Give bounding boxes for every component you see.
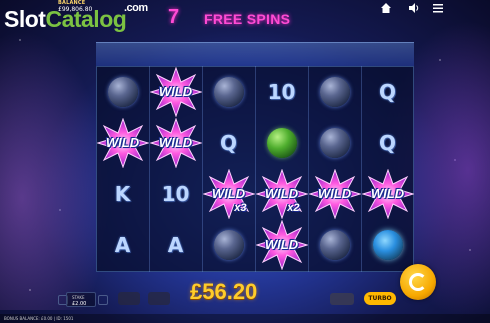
reel-cell	[308, 66, 361, 117]
wild-label: WILD	[158, 84, 193, 99]
reel-cell	[255, 117, 308, 168]
reel-cell	[308, 117, 361, 168]
sound-icon[interactable]	[408, 2, 420, 14]
reel-cell: WILD	[149, 117, 202, 168]
win-amount: £56.20	[190, 279, 258, 304]
disabled-button[interactable]	[118, 292, 140, 305]
logo-catalog-text: Catalog	[45, 6, 127, 32]
spin-button[interactable]	[400, 264, 436, 300]
reel-cell: Q	[361, 117, 414, 168]
free-spins-count: 7	[168, 6, 180, 28]
wild-label: WILD	[158, 135, 193, 150]
autoplay-button[interactable]	[330, 293, 354, 305]
stake-label: STAKE	[72, 295, 85, 300]
home-icon[interactable]	[380, 2, 392, 14]
wild-symbol: WILD	[362, 169, 414, 219]
multiplier-badge: x2	[287, 201, 300, 214]
slotcatalog-logo: SlotCatalog .com	[4, 2, 148, 33]
turbo-button[interactable]: TURBO	[364, 292, 396, 305]
footer-status: BONUS BALANCE: £0.00 | ID: 1501	[0, 314, 490, 323]
planet-symbol	[319, 127, 350, 158]
reel-cell: A	[96, 219, 149, 270]
spin-arrow-icon	[409, 273, 427, 291]
wild-symbol: WILD x2	[256, 169, 308, 219]
disabled-button[interactable]	[148, 292, 170, 305]
reel-cell: 10	[149, 168, 202, 219]
stake-value: £2.00	[72, 301, 87, 307]
reel-cell: A	[149, 219, 202, 270]
logo-com-text: .com	[124, 2, 148, 14]
planet-symbol	[107, 76, 138, 107]
reel-cell: WILD	[361, 168, 414, 219]
reel-cell: WILD x2	[255, 168, 308, 219]
planet-symbol	[319, 76, 350, 107]
stake-increase-button[interactable]	[98, 295, 108, 305]
wild-label: WILD	[264, 237, 299, 252]
reel-header-bar	[96, 42, 414, 66]
letter-a-symbol: A	[167, 232, 184, 257]
earth-planet-symbol	[372, 229, 403, 260]
reel-cell: Q	[361, 66, 414, 117]
reel-cell: WILD	[255, 219, 308, 270]
reel-cell	[202, 66, 255, 117]
reel-cell	[361, 219, 414, 270]
letter-q-symbol: Q	[219, 130, 237, 155]
reel-cell	[308, 219, 361, 270]
logo-slot-text: Slot	[4, 6, 46, 32]
multiplier-badge: x3	[234, 201, 247, 214]
planet-symbol	[213, 76, 244, 107]
reel-cell	[96, 66, 149, 117]
wild-label: WILD	[105, 135, 140, 150]
wild-label: WILD	[211, 186, 246, 201]
planet-symbol	[319, 229, 350, 260]
wild-symbol: WILD	[97, 118, 149, 168]
reel-cell: WILD	[149, 66, 202, 117]
wild-symbol: WILD	[150, 67, 202, 117]
reel-cell	[202, 219, 255, 270]
nebula-left	[0, 30, 110, 310]
reel-cell: Q	[202, 117, 255, 168]
wild-symbol: WILD	[150, 118, 202, 168]
wild-symbol: WILD	[309, 169, 361, 219]
letter-q-symbol: Q	[378, 79, 396, 104]
reel-cell: WILD	[96, 117, 149, 168]
wild-symbol: WILD x3	[203, 169, 255, 219]
ten-symbol: 10	[267, 79, 296, 104]
wild-label: WILD	[264, 186, 299, 201]
reel-cell: WILD x3	[202, 168, 255, 219]
ten-symbol: 10	[161, 181, 190, 206]
letter-k-symbol: K	[114, 181, 131, 206]
letter-a-symbol: A	[114, 232, 131, 257]
menu-icon[interactable]	[432, 2, 444, 14]
wild-label: WILD	[317, 186, 352, 201]
wild-symbol: WILD	[256, 220, 308, 270]
wild-label: WILD	[370, 186, 405, 201]
reel-cell: K	[96, 168, 149, 219]
planet-symbol	[213, 229, 244, 260]
letter-q-symbol: Q	[378, 130, 396, 155]
green-planet-symbol	[266, 127, 297, 158]
reel-cell: WILD	[308, 168, 361, 219]
free-spins-label: FREE SPINS	[204, 11, 291, 27]
reel-cell: 10	[255, 66, 308, 117]
